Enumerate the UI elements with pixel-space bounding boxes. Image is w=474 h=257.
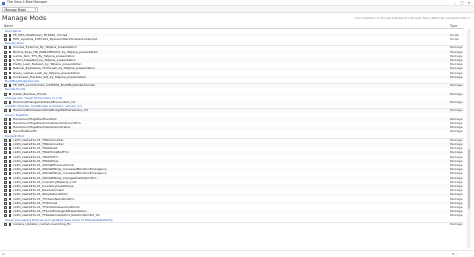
enable-checkbox[interactable]: ✓ bbox=[4, 33, 7, 37]
enable-checkbox[interactable]: ✓ bbox=[4, 58, 7, 62]
package-file-icon bbox=[8, 201, 12, 205]
enable-checkbox[interactable]: ✓ bbox=[4, 54, 7, 58]
enable-checkbox[interactable]: ✓ bbox=[4, 63, 7, 67]
enable-checkbox[interactable]: ✓ bbox=[4, 172, 7, 176]
enable-checkbox[interactable]: ✓ bbox=[4, 147, 7, 151]
package-file-icon bbox=[8, 54, 12, 58]
package-file-icon bbox=[8, 151, 12, 155]
package-file-icon bbox=[8, 185, 12, 188]
enable-checkbox[interactable]: ✓ bbox=[4, 222, 7, 226]
enable-checkbox[interactable]: ✓ bbox=[4, 142, 7, 146]
enable-checkbox[interactable]: ✓ bbox=[4, 168, 7, 172]
app-icon bbox=[2, 1, 5, 5]
settings-icon[interactable]: ⚙ ♡ bbox=[452, 252, 458, 256]
menu-icon[interactable]: ≡ bbox=[2, 252, 5, 256]
menu-dropdown[interactable]: Manage Mods ▾ bbox=[2, 7, 38, 12]
enable-checkbox[interactable]: ✓ bbox=[4, 117, 7, 121]
enable-checkbox[interactable]: ✓ bbox=[4, 184, 7, 188]
package-file-icon bbox=[8, 222, 12, 226]
enable-checkbox[interactable]: ✓ bbox=[4, 201, 7, 205]
status-bar: ≡ ⚙ ♡ bbox=[0, 250, 474, 257]
package-file-icon bbox=[8, 176, 12, 180]
close-button[interactable]: ✕ bbox=[466, 1, 472, 5]
package-file-icon bbox=[8, 168, 12, 172]
scrollbar-thumb[interactable] bbox=[467, 149, 471, 209]
enable-checkbox[interactable]: ✓ bbox=[4, 126, 7, 130]
enable-checkbox[interactable]: ✓ bbox=[4, 210, 7, 214]
enable-checkbox[interactable]: ✓ bbox=[4, 163, 7, 167]
package-file-icon bbox=[8, 143, 12, 146]
enable-checkbox[interactable]: ✓ bbox=[4, 205, 7, 209]
enable-checkbox[interactable]: ✓ bbox=[4, 193, 7, 197]
enable-checkbox[interactable]: ✓ bbox=[4, 155, 7, 159]
enable-checkbox[interactable]: ✓ bbox=[4, 197, 7, 201]
package-file-icon bbox=[8, 122, 12, 125]
enable-checkbox[interactable]: ✓ bbox=[4, 121, 7, 125]
package-file-icon bbox=[8, 172, 12, 176]
enable-checkbox[interactable]: ✓ bbox=[4, 176, 7, 180]
mod-list[interactable]: Root Items ✓ TE_MTS_TwistDown_TE.NW2_rlm.t… bbox=[2, 29, 464, 248]
game-path-status: a full installation of TS4 was detected … bbox=[354, 16, 470, 20]
window-title: The Sims 4 Mod Manager bbox=[7, 0, 48, 5]
package-file-icon bbox=[8, 33, 12, 37]
package-file-icon bbox=[8, 63, 12, 67]
mod-type: Package bbox=[450, 221, 463, 226]
enable-checkbox[interactable]: ✓ bbox=[4, 159, 7, 163]
package-file-icon bbox=[8, 46, 12, 50]
package-file-icon bbox=[8, 50, 12, 54]
package-file-icon bbox=[8, 138, 12, 142]
package-file-icon bbox=[8, 180, 12, 184]
chevron-down-icon: ▾ bbox=[34, 7, 36, 12]
scrollbar[interactable] bbox=[467, 29, 471, 248]
package-file-icon bbox=[8, 189, 12, 193]
enable-checkbox[interactable]: ✓ bbox=[4, 214, 7, 218]
package-file-icon bbox=[8, 155, 12, 159]
package-file-icon bbox=[8, 193, 12, 197]
menu-dropdown-label: Manage Mods bbox=[4, 7, 26, 12]
enable-checkbox[interactable]: ✓ bbox=[4, 151, 7, 155]
package-file-icon bbox=[8, 164, 12, 167]
enable-checkbox[interactable]: ✓ bbox=[4, 46, 7, 50]
toolbar: Manage Mods ▾ bbox=[0, 6, 474, 13]
package-file-icon bbox=[8, 71, 12, 75]
column-header-name[interactable]: Name bbox=[4, 24, 13, 28]
page-title: Manage Mods bbox=[2, 14, 47, 22]
package-file-icon bbox=[8, 147, 12, 151]
package-file-icon bbox=[8, 126, 12, 130]
enable-checkbox[interactable]: ✓ bbox=[4, 71, 7, 75]
minimize-button[interactable]: – bbox=[452, 1, 458, 5]
package-file-icon bbox=[8, 130, 12, 134]
enable-checkbox[interactable]: ✓ bbox=[4, 109, 7, 113]
enable-checkbox[interactable]: ✓ bbox=[4, 50, 7, 54]
package-file-icon bbox=[8, 210, 12, 214]
enable-checkbox[interactable]: ✓ bbox=[4, 67, 7, 71]
enable-checkbox[interactable]: ✓ bbox=[4, 138, 7, 142]
enable-checkbox[interactable]: ✓ bbox=[4, 180, 7, 184]
package-file-icon bbox=[8, 159, 12, 163]
package-file-icon bbox=[8, 59, 12, 62]
package-file-icon bbox=[8, 109, 12, 113]
package-file-icon bbox=[8, 214, 12, 218]
enable-checkbox[interactable]: ✓ bbox=[4, 130, 7, 134]
mod-row[interactable]: ✓ Caliens_Updates_cachet-overriding_fix Pa… bbox=[2, 222, 464, 226]
maximize-button[interactable]: □ bbox=[459, 1, 465, 5]
package-file-icon bbox=[8, 117, 12, 121]
package-file-icon bbox=[8, 206, 12, 209]
package-file-icon bbox=[8, 197, 12, 201]
mod-name: Caliens_Updates_cachet-overriding_fix bbox=[13, 221, 71, 226]
package-file-icon bbox=[8, 67, 12, 71]
column-header-type[interactable]: Type bbox=[450, 24, 457, 28]
enable-checkbox[interactable]: ✓ bbox=[4, 189, 7, 193]
